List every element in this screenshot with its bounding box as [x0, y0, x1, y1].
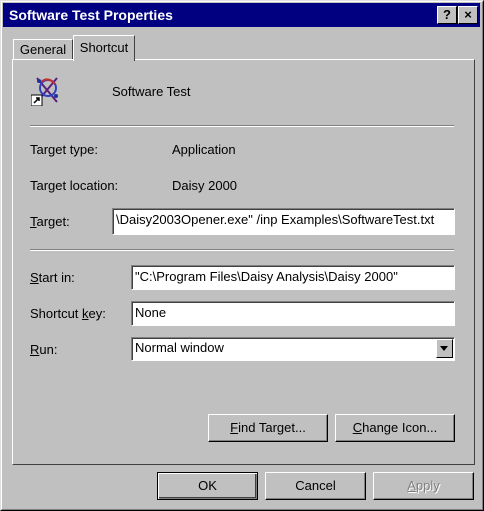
start-in-label-rest: tart in:	[38, 270, 75, 285]
change-icon-rest: hange Icon...	[362, 420, 438, 435]
shortcut-panel	[12, 59, 475, 465]
apply-button[interactable]: Apply	[373, 472, 474, 500]
run-label: Run:	[30, 342, 57, 357]
run-value: Normal window	[135, 340, 224, 355]
target-value: \Daisy2003Opener.exe" /inp Examples\Soft…	[116, 212, 435, 227]
run-label-accel: R	[30, 342, 40, 357]
help-button[interactable]: ?	[437, 6, 457, 24]
run-label-rest: un:	[39, 342, 58, 357]
tab-general-label: General	[19, 42, 67, 57]
change-icon-button[interactable]: Change Icon...	[335, 414, 455, 442]
help-icon: ?	[443, 7, 451, 22]
start-in-label: Start in:	[30, 270, 75, 285]
shortcut-key-field[interactable]: None	[131, 301, 455, 326]
target-location-label: Target location:	[30, 178, 119, 193]
shortcut-key-value: None	[135, 305, 167, 320]
cancel-label: Cancel	[295, 478, 336, 493]
shortcut-key-label-rest: ey:	[88, 306, 106, 321]
close-icon: ×	[464, 7, 472, 22]
shortcut-name: Software Test	[112, 84, 191, 99]
chevron-down-icon	[440, 346, 448, 351]
window-title: Software Test Properties	[9, 7, 173, 23]
shortcut-key-label: Shortcut key:	[30, 306, 106, 321]
start-in-value: "C:\Program Files\Daisy Analysis\Daisy 2…	[135, 269, 398, 284]
target-label: Target:	[30, 214, 70, 229]
shortcut-key-label-pre: Shortcut	[30, 306, 83, 321]
title-bar[interactable]: Software Test Properties ? ×	[3, 3, 480, 27]
separator-top	[30, 125, 454, 127]
separator-middle	[30, 249, 454, 251]
run-select[interactable]: Normal window	[131, 337, 455, 361]
ok-label: OK	[198, 478, 217, 493]
find-target-accel: F	[230, 420, 239, 435]
apply-rest: pply	[415, 478, 440, 493]
run-dropdown-button[interactable]	[436, 339, 453, 358]
apply-accel: A	[407, 478, 416, 493]
properties-dialog: Software Test Properties ? × General Sho…	[0, 0, 484, 511]
find-target-rest: ind Target...	[238, 420, 306, 435]
app-icon	[31, 74, 63, 106]
start-in-field[interactable]: "C:\Program Files\Daisy Analysis\Daisy 2…	[131, 265, 455, 290]
target-type-value: Application	[172, 142, 236, 157]
target-field[interactable]: \Daisy2003Opener.exe" /inp Examples\Soft…	[112, 208, 455, 235]
target-label-rest: arget:	[36, 214, 70, 229]
find-target-button[interactable]: Find Target...	[208, 414, 328, 442]
cancel-button[interactable]: Cancel	[265, 472, 366, 500]
close-button[interactable]: ×	[458, 6, 478, 24]
target-location-value: Daisy 2000	[172, 178, 238, 193]
ok-button[interactable]: OK	[157, 472, 258, 500]
start-in-label-accel: S	[30, 270, 39, 285]
change-icon-accel: C	[352, 420, 363, 435]
tab-shortcut[interactable]: Shortcut	[73, 35, 135, 61]
tab-general[interactable]: General	[13, 39, 73, 59]
tab-shortcut-label: Shortcut	[79, 40, 129, 55]
target-type-label: Target type:	[30, 142, 98, 157]
